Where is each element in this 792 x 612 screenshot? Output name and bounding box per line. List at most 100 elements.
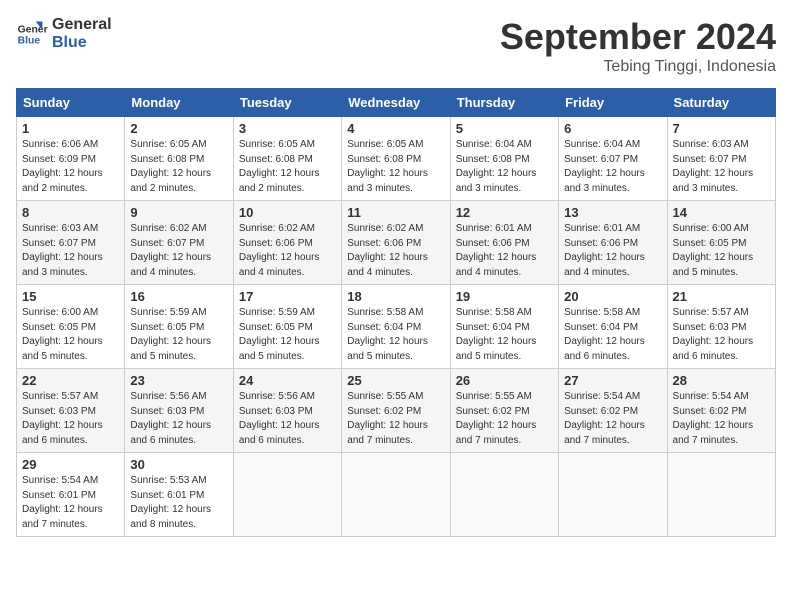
calendar-day-cell: 27 Sunrise: 5:54 AM Sunset: 6:02 PM Dayli… [559, 369, 667, 453]
calendar-day-cell: 11 Sunrise: 6:02 AM Sunset: 6:06 PM Dayli… [342, 201, 450, 285]
day-info: Sunrise: 5:55 AM Sunset: 6:02 PM Dayligh… [347, 390, 444, 448]
logo-icon: General Blue [16, 18, 48, 50]
day-info: Sunrise: 5:53 AM Sunset: 6:01 PM Dayligh… [130, 474, 227, 532]
calendar-week-row: 1 Sunrise: 6:06 AM Sunset: 6:09 PM Daylig… [17, 117, 776, 201]
day-info: Sunrise: 6:02 AM Sunset: 6:06 PM Dayligh… [347, 222, 444, 280]
weekday-header: Monday [125, 89, 233, 117]
month-title: September 2024 [500, 16, 776, 58]
day-info: Sunrise: 6:05 AM Sunset: 6:08 PM Dayligh… [130, 138, 227, 196]
calendar-day-cell: 4 Sunrise: 6:05 AM Sunset: 6:08 PM Daylig… [342, 117, 450, 201]
weekday-header: Tuesday [233, 89, 341, 117]
day-number: 29 [22, 457, 119, 472]
calendar-day-cell: 21Sunrise: 5:57 AM Sunset: 6:03 PM Dayli… [667, 285, 775, 369]
day-number: 6 [564, 121, 661, 136]
day-info: Sunrise: 6:03 AM Sunset: 6:07 PM Dayligh… [22, 222, 119, 280]
day-number: 14 [673, 205, 770, 220]
calendar-day-cell: 13 Sunrise: 6:01 AM Sunset: 6:06 PM Dayli… [559, 201, 667, 285]
day-number: 5 [456, 121, 553, 136]
calendar-day-cell [559, 453, 667, 537]
day-info: Sunrise: 5:54 AM Sunset: 6:02 PM Dayligh… [564, 390, 661, 448]
calendar-day-cell: 16 Sunrise: 5:59 AM Sunset: 6:05 PM Dayli… [125, 285, 233, 369]
day-number: 9 [130, 205, 227, 220]
day-number: 28 [673, 373, 770, 388]
calendar-day-cell: 5 Sunrise: 6:04 AM Sunset: 6:08 PM Daylig… [450, 117, 558, 201]
day-number: 11 [347, 205, 444, 220]
day-info: Sunrise: 6:06 AM Sunset: 6:09 PM Dayligh… [22, 138, 119, 196]
calendar-day-cell: 7Sunrise: 6:03 AM Sunset: 6:07 PM Daylig… [667, 117, 775, 201]
calendar-day-cell: 8 Sunrise: 6:03 AM Sunset: 6:07 PM Daylig… [17, 201, 125, 285]
page-header: General Blue General Blue September 2024… [16, 16, 776, 76]
day-number: 3 [239, 121, 336, 136]
day-info: Sunrise: 5:59 AM Sunset: 6:05 PM Dayligh… [130, 306, 227, 364]
calendar-day-cell: 2 Sunrise: 6:05 AM Sunset: 6:08 PM Daylig… [125, 117, 233, 201]
calendar-week-row: 22 Sunrise: 5:57 AM Sunset: 6:03 PM Dayli… [17, 369, 776, 453]
day-info: Sunrise: 5:59 AM Sunset: 6:05 PM Dayligh… [239, 306, 336, 364]
day-info: Sunrise: 5:54 AM Sunset: 6:01 PM Dayligh… [22, 474, 119, 532]
day-number: 16 [130, 289, 227, 304]
day-number: 10 [239, 205, 336, 220]
day-info: Sunrise: 6:01 AM Sunset: 6:06 PM Dayligh… [456, 222, 553, 280]
calendar-week-row: 29 Sunrise: 5:54 AM Sunset: 6:01 PM Dayli… [17, 453, 776, 537]
calendar-day-cell: 25 Sunrise: 5:55 AM Sunset: 6:02 PM Dayli… [342, 369, 450, 453]
day-number: 4 [347, 121, 444, 136]
day-info: Sunrise: 6:01 AM Sunset: 6:06 PM Dayligh… [564, 222, 661, 280]
calendar-day-cell: 1 Sunrise: 6:06 AM Sunset: 6:09 PM Daylig… [17, 117, 125, 201]
weekday-header: Wednesday [342, 89, 450, 117]
day-number: 22 [22, 373, 119, 388]
location-title: Tebing Tinggi, Indonesia [500, 58, 776, 76]
day-info: Sunrise: 6:03 AM Sunset: 6:07 PM Dayligh… [673, 138, 770, 196]
day-number: 19 [456, 289, 553, 304]
day-info: Sunrise: 6:02 AM Sunset: 6:07 PM Dayligh… [130, 222, 227, 280]
day-number: 25 [347, 373, 444, 388]
calendar-day-cell: 9 Sunrise: 6:02 AM Sunset: 6:07 PM Daylig… [125, 201, 233, 285]
day-number: 2 [130, 121, 227, 136]
calendar-day-cell: 15Sunrise: 6:00 AM Sunset: 6:05 PM Dayli… [17, 285, 125, 369]
calendar-table: SundayMondayTuesdayWednesdayThursdayFrid… [16, 88, 776, 537]
day-number: 20 [564, 289, 661, 304]
calendar-day-cell [342, 453, 450, 537]
weekday-header: Friday [559, 89, 667, 117]
day-info: Sunrise: 6:05 AM Sunset: 6:08 PM Dayligh… [347, 138, 444, 196]
day-info: Sunrise: 5:58 AM Sunset: 6:04 PM Dayligh… [456, 306, 553, 364]
day-info: Sunrise: 6:04 AM Sunset: 6:08 PM Dayligh… [456, 138, 553, 196]
day-number: 13 [564, 205, 661, 220]
calendar-day-cell: 20 Sunrise: 5:58 AM Sunset: 6:04 PM Dayli… [559, 285, 667, 369]
calendar-day-cell: 6Sunrise: 6:04 AM Sunset: 6:07 PM Daylig… [559, 117, 667, 201]
day-info: Sunrise: 5:55 AM Sunset: 6:02 PM Dayligh… [456, 390, 553, 448]
calendar-day-cell: 14 Sunrise: 6:00 AM Sunset: 6:05 PM Dayli… [667, 201, 775, 285]
svg-text:Blue: Blue [18, 35, 41, 46]
weekday-header: Saturday [667, 89, 775, 117]
title-section: September 2024 Tebing Tinggi, Indonesia [500, 16, 776, 76]
day-number: 26 [456, 373, 553, 388]
calendar-day-cell [233, 453, 341, 537]
logo-general: General [52, 16, 112, 34]
day-info: Sunrise: 5:58 AM Sunset: 6:04 PM Dayligh… [564, 306, 661, 364]
day-number: 21 [673, 289, 770, 304]
weekday-header: Thursday [450, 89, 558, 117]
day-info: Sunrise: 5:57 AM Sunset: 6:03 PM Dayligh… [22, 390, 119, 448]
calendar-day-cell: 18 Sunrise: 5:58 AM Sunset: 6:04 PM Dayli… [342, 285, 450, 369]
day-info: Sunrise: 5:58 AM Sunset: 6:04 PM Dayligh… [347, 306, 444, 364]
day-info: Sunrise: 6:00 AM Sunset: 6:05 PM Dayligh… [673, 222, 770, 280]
calendar-day-cell [450, 453, 558, 537]
calendar-day-cell: 30Sunrise: 5:53 AM Sunset: 6:01 PM Dayli… [125, 453, 233, 537]
calendar-day-cell: 29 Sunrise: 5:54 AM Sunset: 6:01 PM Dayli… [17, 453, 125, 537]
day-number: 27 [564, 373, 661, 388]
day-number: 1 [22, 121, 119, 136]
day-info: Sunrise: 5:56 AM Sunset: 6:03 PM Dayligh… [239, 390, 336, 448]
calendar-day-cell: 3 Sunrise: 6:05 AM Sunset: 6:08 PM Daylig… [233, 117, 341, 201]
calendar-day-cell: 24Sunrise: 5:56 AM Sunset: 6:03 PM Dayli… [233, 369, 341, 453]
day-number: 8 [22, 205, 119, 220]
day-info: Sunrise: 6:02 AM Sunset: 6:06 PM Dayligh… [239, 222, 336, 280]
calendar-day-cell: 19 Sunrise: 5:58 AM Sunset: 6:04 PM Dayli… [450, 285, 558, 369]
day-info: Sunrise: 6:05 AM Sunset: 6:08 PM Dayligh… [239, 138, 336, 196]
calendar-day-cell: 26 Sunrise: 5:55 AM Sunset: 6:02 PM Dayli… [450, 369, 558, 453]
calendar-day-cell: 12 Sunrise: 6:01 AM Sunset: 6:06 PM Dayli… [450, 201, 558, 285]
logo: General Blue General Blue [16, 16, 112, 51]
calendar-day-cell: 17Sunrise: 5:59 AM Sunset: 6:05 PM Dayli… [233, 285, 341, 369]
calendar-day-cell: 23Sunrise: 5:56 AM Sunset: 6:03 PM Dayli… [125, 369, 233, 453]
day-number: 18 [347, 289, 444, 304]
day-info: Sunrise: 5:56 AM Sunset: 6:03 PM Dayligh… [130, 390, 227, 448]
day-number: 12 [456, 205, 553, 220]
calendar-day-cell [667, 453, 775, 537]
